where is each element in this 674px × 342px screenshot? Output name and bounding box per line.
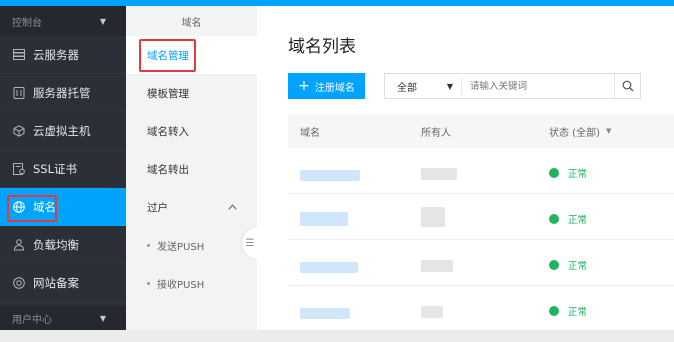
status-badge: 正常 bbox=[549, 166, 587, 180]
subnav-item-template-management[interactable]: 模板管理 bbox=[126, 74, 257, 112]
subnav-item-send-push[interactable]: 发送PUSH bbox=[126, 226, 257, 264]
cube-icon bbox=[12, 124, 26, 138]
page-title: 域名列表 bbox=[288, 37, 356, 57]
sidebar-item-icp-record[interactable]: 网站备案 bbox=[0, 264, 126, 302]
highlight-box-domain-management bbox=[139, 39, 196, 72]
status-filter-label: 状态 (全部) bbox=[549, 127, 600, 139]
sidebar-item-load-balance[interactable]: 负载均衡 bbox=[0, 226, 126, 264]
table-row[interactable]: 正常 bbox=[288, 148, 674, 194]
bottom-edge bbox=[0, 330, 674, 342]
status-badge: 正常 bbox=[549, 304, 587, 318]
search-input[interactable] bbox=[462, 74, 614, 98]
domain-link-redacted[interactable] bbox=[300, 170, 360, 181]
table-header: 域名 所有人 状态 (全部) ▼ bbox=[288, 114, 674, 148]
caret-down-icon: ▼ bbox=[605, 127, 612, 135]
sidebar-item-ssl[interactable]: SSL证书 bbox=[0, 150, 126, 188]
record-icon bbox=[12, 276, 26, 290]
server-icon bbox=[12, 48, 26, 62]
sidebar-item-cloud-server[interactable]: 云服务器 bbox=[0, 36, 126, 74]
sidebar-item-label: SSL证书 bbox=[33, 161, 78, 176]
chevron-up-icon bbox=[228, 201, 237, 213]
caret-down-icon: ▼ bbox=[446, 81, 453, 91]
filter-select[interactable]: 全部 ▼ bbox=[385, 78, 462, 94]
status-dot-icon bbox=[549, 260, 559, 270]
register-domain-button[interactable]: + 注册域名 bbox=[288, 73, 365, 99]
highlight-box-domain bbox=[7, 195, 57, 222]
status-badge: 正常 bbox=[549, 212, 587, 226]
plus-icon: + bbox=[298, 78, 310, 94]
subnav-item-domain-transfer-in[interactable]: 域名转入 bbox=[126, 112, 257, 150]
column-header-owner: 所有人 bbox=[421, 127, 451, 139]
search-button[interactable] bbox=[614, 74, 640, 98]
register-domain-label: 注册域名 bbox=[314, 82, 355, 94]
subnav-item-domain-transfer-out[interactable]: 域名转出 bbox=[126, 150, 257, 188]
main-sidebar: 控制台 ▼ 云服务器 服务器托管 云虚拟主机 SSL证书 域名 负载均衡 网站备… bbox=[0, 6, 126, 330]
caret-down-icon: ▼ bbox=[99, 16, 106, 26]
domain-filter-bar: 全部 ▼ bbox=[384, 73, 641, 99]
menu-collapse-icon: ☰ bbox=[245, 237, 255, 249]
subnav-sub-label: 接收PUSH bbox=[157, 279, 205, 291]
domain-link-redacted[interactable] bbox=[300, 308, 350, 319]
subnav-group-label: 过户 bbox=[147, 201, 168, 214]
status-text: 正常 bbox=[568, 169, 588, 180]
sidebar-item-server-hosting[interactable]: 服务器托管 bbox=[0, 74, 126, 112]
table-row[interactable]: 正常 bbox=[288, 240, 674, 286]
subnav-item-receive-push[interactable]: 接收PUSH bbox=[126, 264, 257, 302]
console-dropdown[interactable]: 控制台 ▼ bbox=[0, 6, 126, 36]
status-dot-icon bbox=[549, 168, 559, 178]
column-header-status[interactable]: 状态 (全部) ▼ bbox=[549, 124, 611, 139]
filter-select-value: 全部 bbox=[397, 82, 417, 94]
sidebar-item-label: 云服务器 bbox=[33, 47, 79, 62]
hosting-icon bbox=[12, 86, 26, 100]
status-dot-icon bbox=[549, 214, 559, 224]
certificate-icon bbox=[12, 162, 26, 176]
caret-down-icon: ▼ bbox=[99, 313, 106, 323]
bullet-icon bbox=[147, 243, 150, 247]
owner-redacted bbox=[421, 168, 457, 180]
domain-link-redacted[interactable] bbox=[300, 262, 358, 273]
user-center-dropdown[interactable]: 用户中心 ▼ bbox=[0, 306, 126, 330]
table-row[interactable]: 正常 bbox=[288, 194, 674, 240]
owner-redacted bbox=[421, 260, 453, 272]
user-center-label: 用户中心 bbox=[12, 314, 52, 326]
column-header-domain: 域名 bbox=[300, 127, 320, 139]
subnav-sub-label: 发送PUSH bbox=[157, 241, 205, 253]
console-label: 控制台 bbox=[12, 17, 42, 29]
status-badge: 正常 bbox=[549, 258, 587, 272]
main-content: 域名列表 + 注册域名 全部 ▼ 域名 所有人 状态 (全部) ▼ bbox=[257, 6, 674, 332]
sidebar-item-label: 服务器托管 bbox=[33, 85, 91, 100]
sidebar-item-virtual-host[interactable]: 云虚拟主机 bbox=[0, 112, 126, 150]
domain-link-redacted[interactable] bbox=[300, 212, 348, 226]
domain-table: 域名 所有人 状态 (全部) ▼ 正常 正常 正常 正常 bbox=[288, 114, 674, 332]
status-text: 正常 bbox=[568, 261, 588, 272]
load-balance-icon bbox=[12, 238, 26, 252]
sidebar-item-label: 负载均衡 bbox=[33, 237, 79, 252]
status-dot-icon bbox=[549, 306, 559, 316]
bullet-icon bbox=[147, 281, 150, 285]
subnav-title: 域名 bbox=[181, 17, 202, 29]
table-row[interactable]: 正常 bbox=[288, 286, 674, 332]
subnav-group-ownership-transfer[interactable]: 过户 bbox=[126, 188, 257, 226]
status-text: 正常 bbox=[568, 215, 588, 226]
owner-redacted bbox=[421, 207, 445, 227]
owner-redacted bbox=[421, 306, 443, 318]
console-window: 控制台 ▼ 云服务器 服务器托管 云虚拟主机 SSL证书 域名 负载均衡 网站备… bbox=[0, 0, 674, 342]
status-text: 正常 bbox=[568, 307, 588, 318]
search-icon bbox=[622, 80, 633, 92]
sidebar-item-label: 网站备案 bbox=[33, 275, 79, 290]
sidebar-item-label: 云虚拟主机 bbox=[33, 123, 91, 138]
